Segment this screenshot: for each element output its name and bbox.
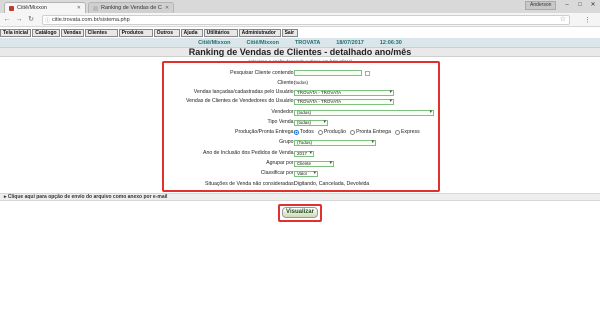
menu-utilitarios[interactable]: Utilitários	[203, 29, 238, 37]
tab-label: Ranking de Vendas de C	[101, 5, 162, 11]
session-time: 12:06:30	[379, 39, 402, 46]
back-icon[interactable]: ←	[3, 16, 11, 24]
radio-empty-icon	[350, 129, 356, 135]
maximize-icon[interactable]: □	[574, 1, 586, 10]
row-grupo: Grupo: (Todos)	[164, 138, 438, 146]
favicon-icon	[9, 5, 14, 11]
radio-producao[interactable]: Produção	[317, 129, 347, 135]
email-option-bar[interactable]: ▸ Clique aqui para opção de envio do arq…	[0, 193, 600, 201]
ano-select[interactable]: 2017	[294, 151, 314, 157]
menu-vendas[interactable]: Vendas	[60, 29, 84, 37]
row-search: Pesquisar Cliente contendo:	[164, 69, 438, 77]
menu-administrador[interactable]: Administrador	[238, 29, 281, 37]
row-vendas-lancadas: Vendas lançadas/cadastradas pelo Usuário…	[164, 88, 438, 96]
app-menu: Tela inicial Catálogo Vendas Clientes Pr…	[0, 29, 600, 37]
radio-todos-label: Todos	[300, 129, 314, 135]
row-agrupar: Agrupar por: Cliente	[164, 159, 438, 167]
radio-empty-icon	[394, 129, 400, 135]
address-bar: ← → ↻ ⓘ citie.trovata.com.br/sistema.php…	[0, 13, 600, 27]
menu-clientes[interactable]: Clientes	[84, 29, 118, 37]
radio-selected-icon	[294, 129, 299, 135]
menu-catalogo[interactable]: Catálogo	[32, 29, 60, 37]
row-ano: Ano de Inclusão dos Pedidos de Venda: 20…	[164, 149, 438, 157]
vendedor-label: Vendedor:	[271, 109, 295, 115]
radio-express[interactable]: Express	[394, 129, 420, 135]
reload-icon[interactable]: ↻	[27, 16, 35, 24]
vendedor-select[interactable]: (todos)	[294, 110, 434, 116]
agrupar-label: Agrupar por:	[266, 160, 295, 166]
page-icon	[93, 5, 98, 11]
filter-form: Pesquisar Cliente contendo: Cliente: (to…	[162, 61, 440, 192]
radio-express-label: Express	[400, 129, 420, 135]
tipo-venda-label: Tipo Venda:	[267, 119, 296, 125]
grupo-select[interactable]: (Todos)	[294, 140, 376, 146]
visualizar-button[interactable]: Visualizar	[282, 207, 318, 218]
radio-pronta-entrega[interactable]: Pronta Entrega	[350, 129, 391, 135]
tipo-venda-select[interactable]: (todas)	[294, 120, 328, 126]
forward-icon[interactable]: →	[15, 16, 23, 24]
row-classificar: Classificar por: Valor	[164, 169, 438, 177]
bookmark-star-icon[interactable]: ☆	[560, 16, 566, 24]
cliente-value[interactable]: (todos)	[294, 80, 308, 86]
search-checkbox[interactable]	[365, 70, 370, 76]
grupo-label: Grupo:	[279, 139, 295, 145]
expand-arrow-icon: ▸	[4, 194, 7, 200]
row-vendedor: Vendedor: (todos)	[164, 108, 438, 116]
browser-titlebar: Citiê/Mixxon ✕ Ranking de Vendas de C ✕ …	[0, 0, 600, 13]
agrupar-select[interactable]: Cliente	[294, 161, 334, 167]
radio-todos[interactable]: Todos	[294, 129, 314, 135]
session-info-bar: Citiê/Mixxon Citiê/Mixxon TROVATA 18/07/…	[0, 38, 600, 47]
menu-outros[interactable]: Outros	[153, 29, 180, 37]
classificar-label: Classificar por:	[260, 170, 295, 176]
email-option-label: Clique aqui para opção de envio do arqui…	[7, 194, 168, 200]
vendas-lancadas-select[interactable]: TROVATA - TROVATA	[294, 90, 394, 96]
radio-empty-icon	[317, 129, 323, 135]
cliente-label: Cliente:	[277, 80, 295, 86]
session-date: 18/07/2017	[336, 39, 364, 46]
situacoes-label: Situações de Venda não consideradas:	[205, 181, 295, 187]
row-tipo-venda: Tipo Venda: (todas)	[164, 118, 438, 126]
ano-label: Ano de Inclusão dos Pedidos de Venda:	[202, 150, 295, 156]
row-producao: Produção/Pronta Entrega: Todos Produção …	[164, 128, 438, 136]
minimize-icon[interactable]: –	[561, 1, 573, 10]
row-cliente: Cliente: (todos)	[164, 79, 438, 87]
brand-name: TROVATA	[294, 39, 321, 46]
radio-producao-label: Produção	[323, 129, 347, 135]
page-title: Ranking de Vendas de Clientes - detalhad…	[0, 47, 600, 57]
vendas-clientes-label: Vendas de Clientes de Vendedores do Usuá…	[185, 98, 295, 104]
close-window-icon[interactable]: ✕	[587, 1, 599, 10]
vendas-lancadas-label: Vendas lançadas/cadastradas pelo Usuário…	[193, 89, 295, 95]
menu-produtos[interactable]: Produtos	[118, 29, 153, 37]
row-vendas-clientes: Vendas de Clientes de Vendedores do Usuá…	[164, 97, 438, 105]
vendas-clientes-select[interactable]: TROVATA - TROVATA	[294, 99, 394, 105]
menu-ajuda[interactable]: Ajuda	[180, 29, 203, 37]
close-tab-icon[interactable]: ✕	[77, 5, 81, 11]
tab-label: Citiê/Mixxon	[17, 5, 47, 11]
info-icon[interactable]: ⓘ	[45, 17, 50, 25]
browser-menu-icon[interactable]: ⋮	[584, 16, 591, 24]
search-client-input[interactable]	[294, 70, 362, 76]
company-name: Citiê/Mixxon	[198, 39, 231, 46]
menu-tela-inicial[interactable]: Tela inicial	[0, 29, 32, 37]
company-name-2: Citiê/Mixxon	[246, 39, 279, 46]
url-input[interactable]: ⓘ citie.trovata.com.br/sistema.php ☆	[42, 15, 570, 25]
radio-pronta-entrega-label: Pronta Entrega	[356, 129, 391, 135]
menu-sair[interactable]: Sair	[281, 29, 298, 37]
search-label: Pesquisar Cliente contendo:	[230, 70, 295, 76]
url-text: citie.trovata.com.br/sistema.php	[52, 17, 130, 23]
producao-label: Produção/Pronta Entrega:	[235, 129, 295, 135]
browser-tab-ranking[interactable]: Ranking de Vendas de C ✕	[88, 2, 174, 13]
close-tab-icon[interactable]: ✕	[165, 5, 169, 11]
situacoes-value: Digitando, Cancelada, Devolvida	[294, 181, 370, 187]
classificar-select[interactable]: Valor	[294, 171, 318, 177]
row-situacoes: Situações de Venda não consideradas: Dig…	[164, 180, 438, 188]
browser-tab-citie[interactable]: Citiê/Mixxon ✕	[4, 2, 86, 13]
browser-user-badge[interactable]: Anderson	[525, 1, 557, 10]
